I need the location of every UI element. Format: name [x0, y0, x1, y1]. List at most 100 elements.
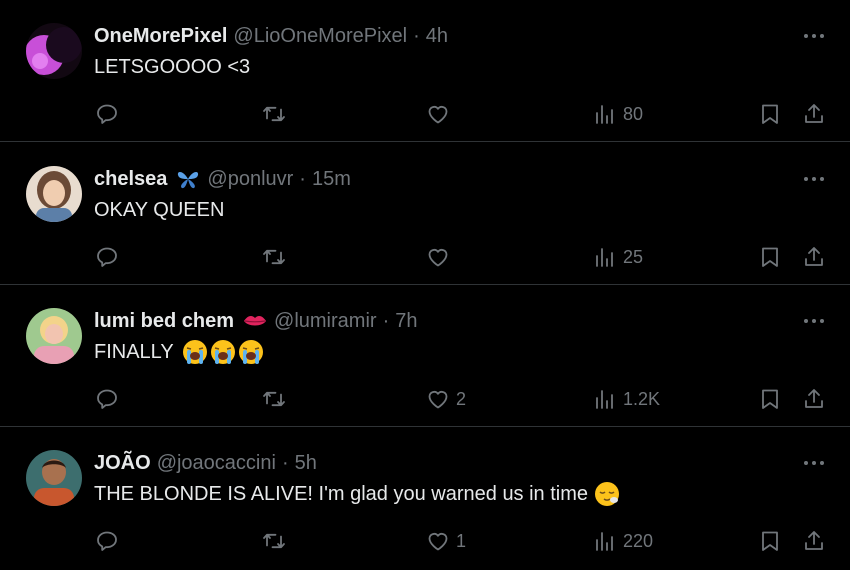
reply-icon	[97, 389, 117, 409]
like-button[interactable]: 2	[426, 383, 466, 415]
like-button[interactable]	[426, 98, 456, 130]
like-count: 1	[456, 530, 467, 551]
reply-icon	[97, 247, 117, 267]
separator-dot: ·	[299, 167, 306, 190]
timestamp[interactable]: 4h	[426, 25, 448, 48]
share-button[interactable]	[802, 525, 826, 557]
reply-button[interactable]	[95, 98, 119, 130]
views-chart-icon	[596, 532, 613, 551]
reply-button[interactable]	[95, 241, 119, 273]
view-count: 25	[623, 246, 644, 267]
views-button[interactable]: 220	[593, 525, 653, 557]
avatar[interactable]	[26, 166, 82, 222]
bookmark-icon	[762, 531, 778, 551]
more-options-icon[interactable]	[802, 169, 826, 189]
avatar[interactable]	[26, 450, 82, 506]
share-icon	[805, 104, 823, 123]
like-button[interactable]	[426, 241, 456, 273]
bookmark-icon	[762, 389, 778, 409]
tweet[interactable]: lumi bed chem @lumiramir · 7h FINALLY 2 …	[0, 285, 850, 427]
views-button[interactable]: 80	[593, 98, 643, 130]
share-button[interactable]	[802, 241, 826, 273]
tweet-text-content: LETSGOOOO <3	[94, 55, 251, 78]
action-bar: 80	[0, 98, 850, 130]
loudly-crying-face-icon	[210, 340, 235, 364]
loudly-crying-face-icon	[238, 340, 263, 364]
avatar[interactable]	[26, 23, 82, 79]
tweet[interactable]: chelsea @ponluvr · 15m OKAY QUEEN 25	[0, 143, 850, 285]
views-chart-icon	[596, 390, 613, 409]
repost-button[interactable]	[262, 525, 286, 557]
like-count: 2	[456, 388, 467, 409]
view-count: 220	[623, 530, 654, 551]
view-count: 1.2K	[623, 388, 661, 409]
views-chart-icon	[596, 248, 613, 267]
reply-button[interactable]	[95, 383, 119, 415]
bookmark-button[interactable]	[758, 383, 782, 415]
repost-button[interactable]	[262, 383, 286, 415]
share-button[interactable]	[802, 98, 826, 130]
action-bar: 1 220	[0, 525, 850, 557]
user-handle[interactable]: @lumiramir	[274, 310, 377, 333]
display-name[interactable]: OneMorePixel	[94, 25, 227, 48]
tweet-text: OKAY QUEEN	[94, 196, 224, 224]
tweet-text-content: THE BLONDE IS ALIVE! I'm glad you warned…	[94, 482, 589, 505]
more-options-icon[interactable]	[802, 26, 826, 46]
tweet-text: LETSGOOOO <3	[94, 53, 250, 81]
reply-button[interactable]	[95, 525, 119, 557]
timestamp[interactable]: 7h	[395, 310, 417, 333]
bookmark-icon	[762, 247, 778, 267]
reply-icon	[97, 531, 117, 551]
view-count: 80	[623, 103, 644, 124]
heart-icon	[428, 533, 448, 551]
user-handle[interactable]: @joaocaccini	[157, 452, 276, 475]
views-chart-icon	[596, 105, 613, 124]
relieved-face-icon	[595, 482, 620, 506]
like-button[interactable]: 1	[426, 525, 466, 557]
tweet-text-content: OKAY QUEEN	[94, 198, 225, 221]
tweet-text: FINALLY	[94, 338, 264, 366]
bookmark-button[interactable]	[758, 525, 782, 557]
bookmark-button[interactable]	[758, 241, 782, 273]
heart-icon	[428, 106, 448, 124]
display-name[interactable]: JOÃO	[94, 452, 151, 475]
bookmark-icon	[762, 104, 778, 124]
share-button[interactable]	[802, 383, 826, 415]
action-bar: 2 1.2K	[0, 383, 850, 415]
tweet-header: OneMorePixel @LioOneMorePixel · 4h	[94, 22, 448, 50]
separator-dot: ·	[413, 24, 420, 47]
repost-icon	[263, 106, 285, 122]
butterfly-icon	[178, 171, 199, 189]
timestamp[interactable]: 5h	[295, 452, 317, 475]
share-icon	[805, 531, 823, 550]
repost-icon	[263, 391, 285, 407]
user-handle[interactable]: @ponluvr	[207, 168, 293, 191]
repost-button[interactable]	[262, 241, 286, 273]
reply-icon	[97, 104, 117, 124]
loudly-crying-face-icon	[182, 340, 207, 364]
repost-icon	[263, 249, 285, 265]
tweet[interactable]: JOÃO @joaocaccini · 5h THE BLONDE IS ALI…	[0, 427, 850, 569]
repost-button[interactable]	[262, 98, 286, 130]
heart-icon	[428, 391, 448, 409]
more-options-icon[interactable]	[802, 311, 826, 331]
views-button[interactable]: 1.2K	[593, 383, 660, 415]
tweet-text: THE BLONDE IS ALIVE! I'm glad you warned…	[94, 480, 620, 508]
user-handle[interactable]: @LioOneMorePixel	[233, 25, 407, 48]
tweet-header: JOÃO @joaocaccini · 5h	[94, 449, 317, 477]
display-name[interactable]: lumi bed chem	[94, 310, 234, 333]
timestamp[interactable]: 15m	[312, 168, 351, 191]
avatar[interactable]	[26, 308, 82, 364]
reply-feed: OneMorePixel @LioOneMorePixel · 4h LETSG…	[0, 0, 850, 570]
display-name[interactable]: chelsea	[94, 168, 167, 191]
heart-icon	[428, 249, 448, 267]
more-options-icon[interactable]	[802, 453, 826, 473]
tweet-text-content: FINALLY	[94, 340, 174, 363]
lips-icon	[244, 316, 267, 326]
bookmark-button[interactable]	[758, 98, 782, 130]
share-icon	[805, 247, 823, 266]
tweet-header: lumi bed chem @lumiramir · 7h	[94, 307, 417, 335]
views-button[interactable]: 25	[593, 241, 643, 273]
tweet[interactable]: OneMorePixel @LioOneMorePixel · 4h LETSG…	[0, 0, 850, 142]
separator-dot: ·	[281, 451, 289, 474]
